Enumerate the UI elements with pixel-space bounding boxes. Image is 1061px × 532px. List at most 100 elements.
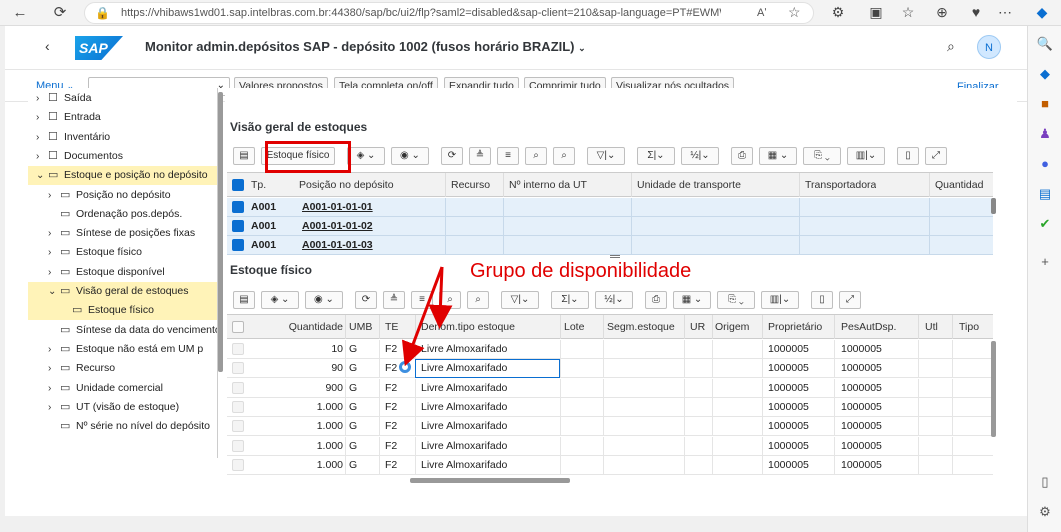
layout-dropdown-icon[interactable]: ▥|⌄ bbox=[847, 147, 885, 165]
chevron-right-icon[interactable]: › bbox=[36, 108, 46, 127]
subtotal-dropdown-icon[interactable]: ½|⌄ bbox=[681, 147, 719, 165]
details-icon[interactable]: ▯ bbox=[897, 147, 919, 165]
chevron-right-icon[interactable]: › bbox=[48, 263, 58, 282]
title-dropdown-icon[interactable]: ⌄ bbox=[578, 43, 586, 53]
column-header[interactable]: Tp. bbox=[251, 173, 266, 197]
row-checkbox[interactable] bbox=[232, 420, 244, 433]
back-chevron-icon[interactable]: ‹ bbox=[45, 38, 50, 54]
column-header[interactable]: Transportadora bbox=[805, 173, 876, 197]
chevron-right-icon[interactable]: › bbox=[48, 243, 58, 262]
tree-item[interactable]: › ☐ Entrada bbox=[28, 108, 217, 127]
column-header[interactable]: Utl bbox=[925, 315, 938, 339]
tree-item[interactable]: › ▭ Estoque físico bbox=[28, 243, 217, 262]
splitter-handle[interactable] bbox=[610, 255, 620, 258]
column-header[interactable]: Nº interno da UT bbox=[509, 173, 587, 197]
table-row[interactable]: 90 G F2 Livre Almoxarifado 1000005 1000005 bbox=[227, 359, 993, 379]
settings-gear-icon[interactable]: ⚙ bbox=[1035, 502, 1055, 522]
tree-item[interactable]: › ☐ Documentos bbox=[28, 147, 217, 166]
chevron-right-icon[interactable]: › bbox=[48, 359, 58, 378]
row-checkbox[interactable] bbox=[232, 439, 244, 452]
column-header[interactable]: Tipo bbox=[959, 315, 979, 339]
fullscreen-icon[interactable]: ⤢ bbox=[839, 291, 861, 309]
tree-item[interactable]: ▭ Nº série no nível do depósito bbox=[28, 417, 217, 436]
find-icon[interactable]: ⌕ bbox=[525, 147, 547, 165]
tag-icon[interactable]: ◆ bbox=[1035, 64, 1055, 84]
sort-asc-icon[interactable]: ≜ bbox=[469, 147, 491, 165]
column-header[interactable]: Posição no depósito bbox=[299, 173, 394, 197]
column-header[interactable]: Unidade de transporte bbox=[637, 173, 741, 197]
table-settings-icon[interactable]: ▤ bbox=[233, 147, 255, 165]
tree-scrollbar[interactable] bbox=[218, 92, 223, 372]
tree-item[interactable]: › ▭ Estoque disponível bbox=[28, 263, 217, 282]
column-header[interactable]: UR bbox=[690, 315, 705, 339]
search-icon[interactable]: 🔍 bbox=[1035, 34, 1055, 54]
office-icon[interactable]: ● bbox=[1035, 154, 1055, 174]
physical-h-scrollbar[interactable] bbox=[410, 478, 570, 483]
column-header[interactable]: Origem bbox=[715, 315, 749, 339]
sap-logo[interactable]: SAP bbox=[75, 36, 123, 60]
split-screen-icon[interactable]: ▣ bbox=[866, 4, 886, 21]
tree-item[interactable]: ▭ Estoque físico bbox=[28, 301, 217, 321]
refresh-icon[interactable]: ⟳ bbox=[441, 147, 463, 165]
filter-dropdown-icon[interactable]: ▽|⌄ bbox=[587, 147, 625, 165]
add-icon[interactable]: + bbox=[1035, 252, 1055, 272]
table-row[interactable]: 1.000 G F2 Livre Almoxarifado 1000005 1000005 bbox=[227, 436, 993, 456]
storage-bin-link[interactable]: A001-01-01-02 bbox=[302, 220, 373, 232]
more-options-icon[interactable]: ⋯ bbox=[995, 4, 1015, 21]
row-checkbox[interactable] bbox=[232, 400, 244, 413]
tree-item[interactable]: › ▭ Posição no depósito bbox=[28, 186, 217, 205]
tree-item[interactable]: › ▭ Unidade comercial bbox=[28, 379, 217, 398]
chevron-down-icon[interactable]: ⌄ bbox=[36, 166, 46, 185]
collections-icon[interactable]: ⊕ bbox=[932, 4, 952, 21]
tree-item[interactable]: › ▭ Síntese de posições fixas bbox=[28, 224, 217, 243]
tools-icon[interactable]: ✔ bbox=[1035, 214, 1055, 234]
chevron-right-icon[interactable]: › bbox=[48, 186, 58, 205]
outlook-icon[interactable]: ▤ bbox=[1035, 184, 1055, 204]
row-checkbox[interactable] bbox=[232, 362, 244, 375]
chevron-right-icon[interactable]: › bbox=[36, 128, 46, 147]
tree-item[interactable]: › ▭ Estoque não está em UM p bbox=[28, 340, 217, 359]
back-icon[interactable]: ← bbox=[10, 3, 30, 23]
cube-dropdown-icon[interactable]: ◈ ⌄ bbox=[347, 147, 385, 165]
mode-dropdown-icon[interactable]: ◉ ⌄ bbox=[305, 291, 343, 309]
table-row[interactable]: A001 A001-01-01-01 bbox=[227, 198, 993, 217]
table-row[interactable]: 1.000 G F2 Livre Almoxarifado 1000005 1000005 bbox=[227, 417, 993, 437]
column-header[interactable]: Recurso bbox=[451, 173, 490, 197]
extensions-icon[interactable]: ⚙ bbox=[828, 4, 848, 21]
favorite-star-icon[interactable]: ☆ bbox=[788, 4, 801, 21]
sum-dropdown-icon[interactable]: Σ|⌄ bbox=[551, 291, 589, 309]
row-checkbox[interactable] bbox=[232, 381, 244, 394]
table-row[interactable]: 1.000 G F2 Livre Almoxarifado 1000005 1000005 bbox=[227, 397, 993, 417]
select-all-checkbox[interactable] bbox=[232, 321, 244, 333]
table-row[interactable]: A001 A001-01-01-03 bbox=[227, 236, 993, 255]
select-all-checkbox[interactable] bbox=[232, 179, 244, 191]
overview-scrollbar[interactable] bbox=[991, 198, 996, 214]
export-dropdown-icon[interactable]: ⎘ ⌄ bbox=[717, 291, 755, 309]
print-icon[interactable]: ⎙ bbox=[731, 147, 753, 165]
filter-dropdown-icon[interactable]: ▽|⌄ bbox=[501, 291, 539, 309]
tree-item[interactable]: › ☐ Inventário bbox=[28, 128, 217, 147]
row-checkbox[interactable] bbox=[232, 201, 244, 213]
performance-icon[interactable]: ♥ bbox=[966, 4, 986, 20]
chevron-right-icon[interactable]: › bbox=[48, 224, 58, 243]
view-dropdown-icon[interactable]: ▦ ⌄ bbox=[759, 147, 797, 165]
people-icon[interactable]: ♟ bbox=[1035, 124, 1055, 144]
refresh-icon[interactable]: ⟳ bbox=[355, 291, 377, 309]
chevron-right-icon[interactable]: › bbox=[48, 379, 58, 398]
sort-desc-icon[interactable]: ≡ bbox=[497, 147, 519, 165]
table-row[interactable]: 10 G F2 Livre Almoxarifado 1000005 1000005 bbox=[227, 340, 993, 359]
column-header[interactable]: Segm.estoque bbox=[607, 315, 675, 339]
chevron-right-icon[interactable]: › bbox=[36, 147, 46, 166]
address-bar[interactable]: 🔒 https://vhibaws1wd01.sap.intelbras.com… bbox=[84, 2, 814, 24]
table-row[interactable]: 900 G F2 Livre Almoxarifado 1000005 1000005 bbox=[227, 378, 993, 398]
search-icon[interactable]: ⌕ bbox=[947, 38, 955, 55]
storage-bin-link[interactable]: A001-01-01-01 bbox=[302, 201, 373, 213]
read-aloud-icon[interactable]: Aʹ bbox=[757, 7, 766, 19]
refresh-icon[interactable]: ⟳ bbox=[50, 3, 70, 23]
fullscreen-icon[interactable]: ⤢ bbox=[925, 147, 947, 165]
table-row[interactable]: A001 A001-01-01-02 bbox=[227, 217, 993, 236]
subtotal-dropdown-icon[interactable]: ½|⌄ bbox=[595, 291, 633, 309]
storage-bin-link[interactable]: A001-01-01-03 bbox=[302, 239, 373, 251]
tree-item[interactable]: ⌄ ▭ Estoque e posição no depósito bbox=[28, 166, 217, 186]
chevron-right-icon[interactable]: › bbox=[48, 398, 58, 417]
